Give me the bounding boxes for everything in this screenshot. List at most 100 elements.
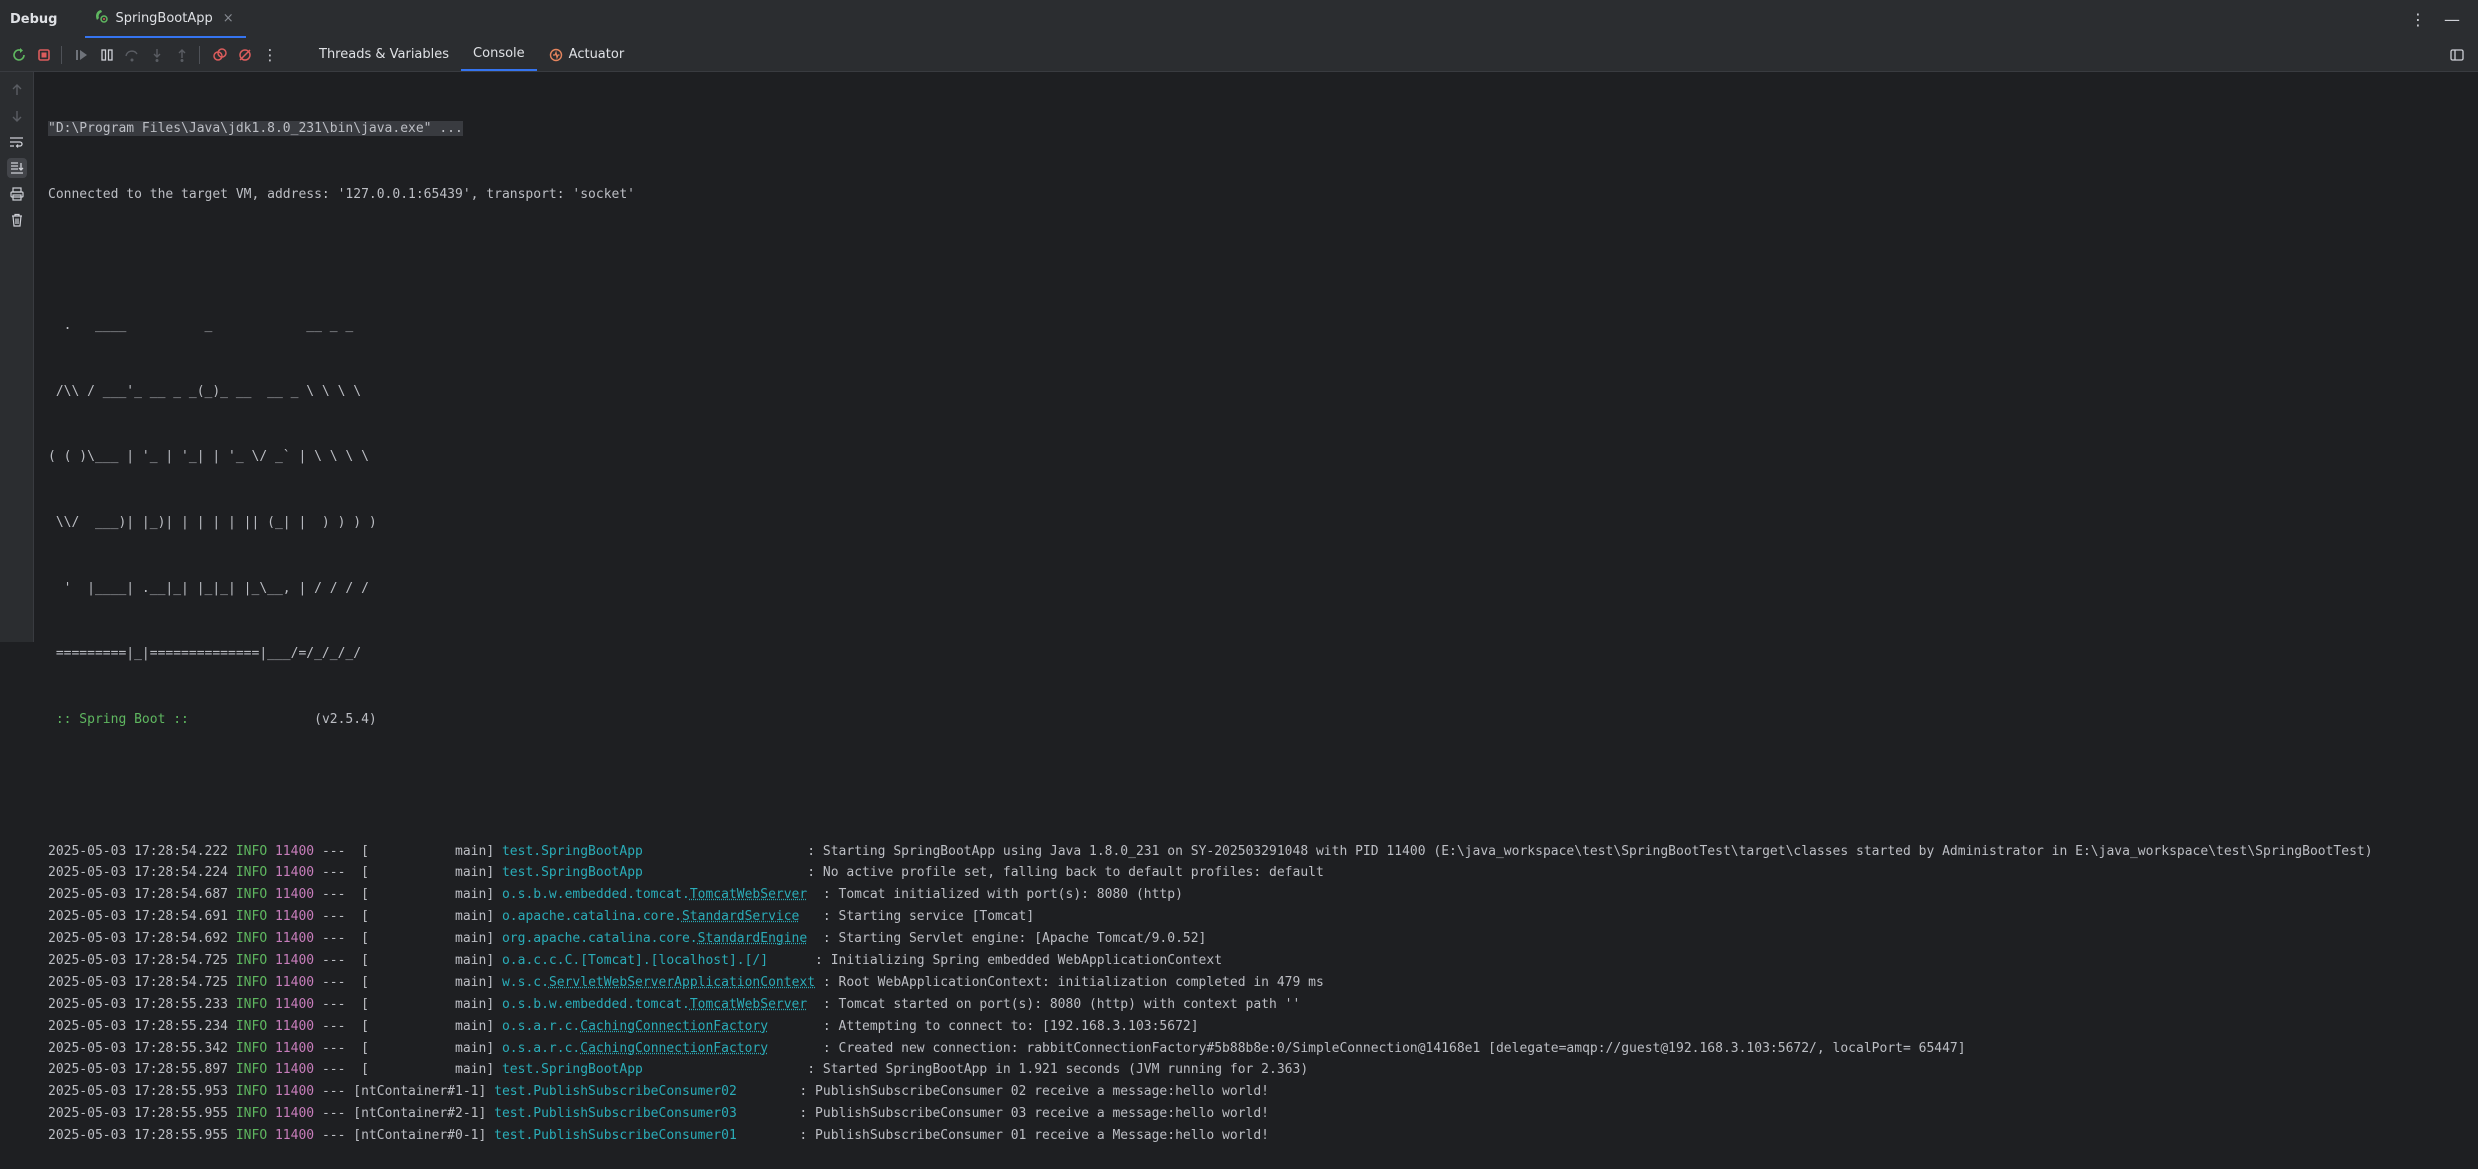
log-level: INFO — [236, 887, 267, 902]
tool-window-title: Debug — [10, 12, 57, 27]
log-message: : Tomcat initialized with port(s): 8080 … — [823, 887, 1183, 902]
trash-icon[interactable] — [7, 210, 27, 230]
log-thread: --- [ main] — [322, 1062, 502, 1077]
log-thread: --- [ main] — [322, 865, 502, 880]
log-message: : Created new connection: rabbitConnecti… — [823, 1041, 1966, 1056]
log-thread: --- [ main] — [322, 1041, 502, 1056]
view-breakpoints-icon[interactable] — [209, 44, 231, 66]
log-logger: o.s.a.r.c. — [502, 1019, 580, 1034]
tab-threads-variables[interactable]: Threads & Variables — [307, 38, 461, 71]
console-output[interactable]: "D:\Program Files\Java\jdk1.8.0_231\bin\… — [48, 74, 2468, 1169]
log-timestamp: 2025-05-03 17:28:54.725 — [48, 953, 228, 968]
log-logger-class: TomcatWebServer — [690, 997, 807, 1012]
debug-toolbar: ⋮ Threads & Variables Console Actuator — [0, 38, 2478, 72]
log-thread: --- [ntContainer#0-1] — [322, 1128, 494, 1143]
log-level: INFO — [236, 1084, 267, 1099]
log-level: INFO — [236, 1019, 267, 1034]
log-line: 2025-05-03 17:28:54.725 INFO 11400 --- [… — [48, 950, 2468, 972]
log-pid: 11400 — [275, 865, 314, 880]
log-logger-class: CachingConnectionFactory — [580, 1041, 768, 1056]
log-message: : PublishSubscribeConsumer 03 receive a … — [799, 1106, 1269, 1121]
log-level: INFO — [236, 1106, 267, 1121]
log-thread: --- [ main] — [322, 997, 502, 1012]
print-icon[interactable] — [7, 184, 27, 204]
log-logger-class: TomcatWebServer — [690, 887, 807, 902]
pause-icon[interactable] — [96, 44, 118, 66]
log-line: 2025-05-03 17:28:55.955 INFO 11400 --- [… — [48, 1103, 2468, 1125]
title-bar: Debug SpringBootApp × ⋮ — — [0, 0, 2478, 39]
log-timestamp: 2025-05-03 17:28:55.955 — [48, 1106, 228, 1121]
log-message: : Starting SpringBootApp using Java 1.8.… — [807, 844, 2372, 859]
log-level: INFO — [236, 997, 267, 1012]
log-logger: test.PublishSubscribeConsumer03 — [494, 1106, 737, 1121]
step-into-icon[interactable] — [146, 44, 168, 66]
rerun-icon[interactable] — [8, 44, 30, 66]
layout-settings-icon[interactable] — [2446, 44, 2468, 66]
resume-icon[interactable] — [71, 44, 93, 66]
stop-icon[interactable] — [33, 44, 55, 66]
step-out-icon[interactable] — [171, 44, 193, 66]
log-thread: --- [ main] — [322, 953, 502, 968]
log-pid: 11400 — [275, 1041, 314, 1056]
log-logger: o.s.a.r.c. — [502, 1041, 580, 1056]
java-command-line[interactable]: "D:\Program Files\Java\jdk1.8.0_231\bin\… — [48, 121, 463, 136]
step-over-icon[interactable] — [121, 44, 143, 66]
log-line: 2025-05-03 17:28:55.342 INFO 11400 --- [… — [48, 1038, 2468, 1060]
log-level: INFO — [236, 1062, 267, 1077]
log-timestamp: 2025-05-03 17:28:55.233 — [48, 997, 228, 1012]
minimize-icon[interactable]: — — [2444, 10, 2460, 29]
log-line: 2025-05-03 17:28:55.233 INFO 11400 --- [… — [48, 994, 2468, 1016]
log-level: INFO — [236, 1128, 267, 1143]
more-actions-icon[interactable]: ⋮ — [259, 44, 281, 66]
more-options-icon[interactable]: ⋮ — [2410, 10, 2426, 29]
log-message: : Starting service [Tomcat] — [823, 909, 1034, 924]
arrow-down-icon[interactable] — [7, 106, 27, 126]
tab-console[interactable]: Console — [461, 38, 537, 71]
log-line: 2025-05-03 17:28:54.692 INFO 11400 --- [… — [48, 928, 2468, 950]
tab-actuator-label: Actuator — [569, 47, 625, 62]
log-pid: 11400 — [275, 953, 314, 968]
log-pid: 11400 — [275, 909, 314, 924]
arrow-up-icon[interactable] — [7, 80, 27, 100]
log-timestamp: 2025-05-03 17:28:55.342 — [48, 1041, 228, 1056]
log-message: : PublishSubscribeConsumer 01 receive a … — [799, 1128, 1269, 1143]
log-timestamp: 2025-05-03 17:28:54.691 — [48, 909, 228, 924]
log-pad — [768, 1019, 823, 1034]
mute-breakpoints-icon[interactable] — [234, 44, 256, 66]
log-pad — [768, 1041, 823, 1056]
log-timestamp: 2025-05-03 17:28:55.234 — [48, 1019, 228, 1034]
log-pid: 11400 — [275, 1062, 314, 1077]
toolbar-separator — [199, 46, 200, 64]
scroll-to-end-icon[interactable] — [7, 158, 27, 178]
soft-wrap-icon[interactable] — [7, 132, 27, 152]
log-message: : No active profile set, falling back to… — [807, 865, 1324, 880]
log-pad — [807, 931, 823, 946]
log-pid: 11400 — [275, 931, 314, 946]
log-logger-class: CachingConnectionFactory — [580, 1019, 768, 1034]
banner-line: =========|_|==============|___/=/_/_/_/ — [48, 643, 2468, 665]
log-line: 2025-05-03 17:28:54.224 INFO 11400 --- [… — [48, 862, 2468, 884]
log-line: 2025-05-03 17:28:54.691 INFO 11400 --- [… — [48, 906, 2468, 928]
log-thread: --- [ main] — [322, 1019, 502, 1034]
log-level: INFO — [236, 909, 267, 924]
log-pid: 11400 — [275, 844, 314, 859]
log-logger: org.apache.catalina.core. — [502, 931, 698, 946]
log-timestamp: 2025-05-03 17:28:54.224 — [48, 865, 228, 880]
log-pad — [643, 844, 807, 859]
log-logger: test.SpringBootApp — [502, 1062, 643, 1077]
log-thread: --- [ main] — [322, 975, 502, 990]
log-level: INFO — [236, 844, 267, 859]
log-pad — [768, 953, 815, 968]
log-pid: 11400 — [275, 1106, 314, 1121]
banner-line: /\\ / ___'_ __ _ _(_)_ __ __ _ \ \ \ \ — [48, 381, 2468, 403]
log-logger-class: StandardService — [682, 909, 799, 924]
banner-line: ' |____| .__|_| |_|_| |_\__, | / / / / — [48, 578, 2468, 600]
log-pad — [737, 1128, 800, 1143]
log-level: INFO — [236, 1041, 267, 1056]
log-message: : Initializing Spring embedded WebApplic… — [815, 953, 1222, 968]
run-config-tab[interactable]: SpringBootApp × — [85, 0, 245, 38]
log-timestamp: 2025-05-03 17:28:54.725 — [48, 975, 228, 990]
close-icon[interactable]: × — [223, 11, 234, 26]
tab-actuator[interactable]: Actuator — [537, 38, 637, 71]
log-pid: 11400 — [275, 1128, 314, 1143]
